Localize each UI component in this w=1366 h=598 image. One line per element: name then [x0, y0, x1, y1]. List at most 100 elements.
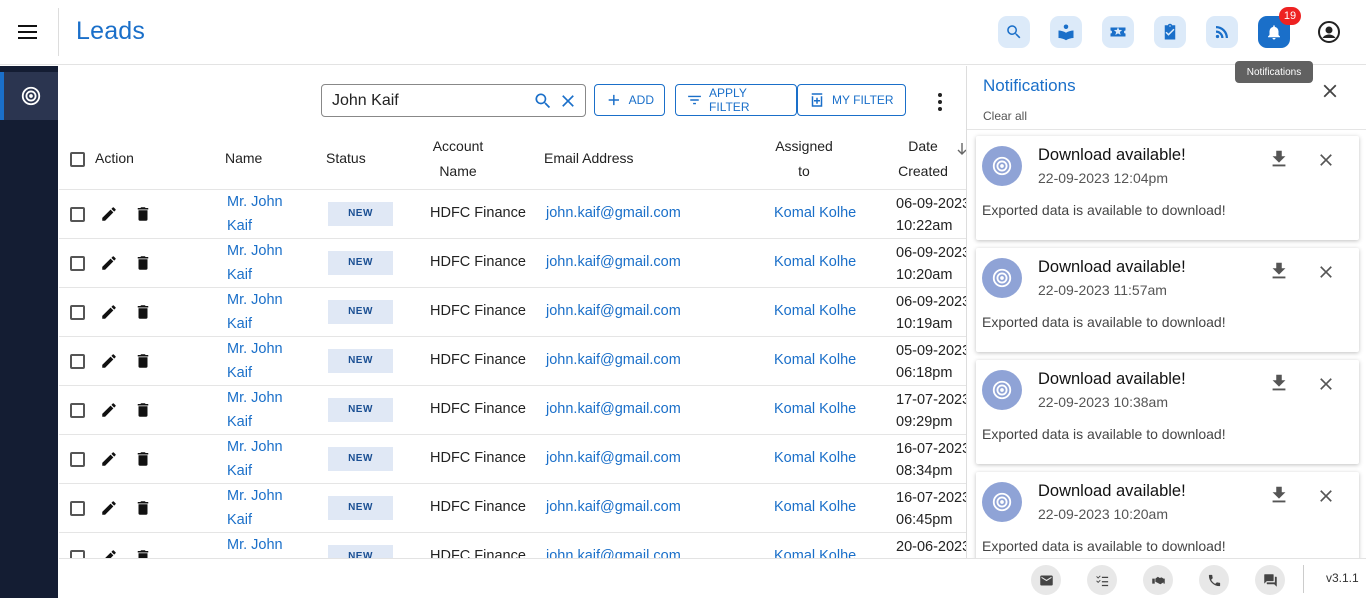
lead-name-line2: Kaif [227, 267, 252, 283]
delete-icon[interactable] [134, 254, 152, 272]
edit-icon[interactable] [100, 548, 118, 558]
select-all-checkbox[interactable] [70, 150, 85, 175]
notification-card[interactable]: Download available! 22-09-2023 11:57am Exp… [976, 248, 1359, 352]
notification-card[interactable]: Download available! 22-09-2023 10:38am Exp… [976, 360, 1359, 464]
apply-filter-label: APPLY FILTER [709, 86, 750, 114]
column-header-date-created[interactable]: Date Created [891, 134, 955, 184]
email-link[interactable]: john.kaif@gmail.com [546, 548, 681, 558]
email-link[interactable]: john.kaif@gmail.com [546, 352, 681, 368]
bell-icon[interactable]: 19 [1258, 7, 1301, 48]
delete-icon[interactable] [134, 499, 152, 517]
notification-avatar [982, 482, 1022, 522]
edit-icon[interactable] [100, 303, 118, 321]
date-created-date: 16-07-2023 [896, 441, 967, 457]
clear-all-link[interactable]: Clear all [983, 109, 1027, 123]
search-field[interactable] [321, 84, 586, 117]
dismiss-notification-icon[interactable] [1316, 150, 1336, 170]
edit-icon[interactable] [100, 450, 118, 468]
email-link[interactable]: john.kaif@gmail.com [546, 401, 681, 417]
apply-filter-button[interactable]: APPLY FILTER [675, 84, 797, 116]
dismiss-notification-icon[interactable] [1316, 486, 1336, 506]
my-filter-button[interactable]: MY FILTER [797, 84, 906, 116]
delete-icon[interactable] [134, 352, 152, 370]
edit-icon[interactable] [100, 205, 118, 223]
lead-name-line2: Kaif [227, 365, 252, 381]
assigned-user-link[interactable]: Komal Kolhe [774, 548, 856, 558]
lead-name-line2: Kaif [227, 463, 252, 479]
more-options-icon[interactable] [930, 90, 950, 114]
column-header-assigned-to[interactable]: Assigned to [772, 134, 836, 184]
lead-name-link[interactable]: Mr. JohnKaif [227, 190, 283, 238]
column-header-name[interactable]: Name [225, 146, 262, 171]
account-circle-icon[interactable] [1313, 16, 1345, 48]
download-icon[interactable] [1268, 148, 1290, 170]
book-reader-icon[interactable] [1050, 16, 1082, 48]
close-panel-icon[interactable] [1319, 80, 1341, 102]
email-link[interactable]: john.kaif@gmail.com [546, 205, 681, 221]
email-link[interactable]: john.kaif@gmail.com [546, 450, 681, 466]
sidebar-item-leads[interactable] [0, 72, 58, 120]
assigned-user-link[interactable]: Komal Kolhe [774, 401, 856, 417]
handshake-icon[interactable] [1143, 565, 1173, 595]
row-checkbox[interactable] [70, 305, 85, 320]
assigned-user-link[interactable]: Komal Kolhe [774, 499, 856, 515]
search-input[interactable] [332, 91, 527, 110]
delete-icon[interactable] [134, 450, 152, 468]
assigned-user-link[interactable]: Komal Kolhe [774, 352, 856, 368]
chat-icon[interactable] [1255, 565, 1285, 595]
delete-icon[interactable] [134, 401, 152, 419]
assigned-user-link[interactable]: Komal Kolhe [774, 254, 856, 270]
lead-name-link[interactable]: Mr. JohnKaif [227, 533, 283, 558]
task-check-icon[interactable] [1154, 16, 1186, 48]
add-button[interactable]: ADD [594, 84, 665, 116]
email-link[interactable]: john.kaif@gmail.com [546, 303, 681, 319]
rss-icon[interactable] [1206, 16, 1238, 48]
lead-name-link[interactable]: Mr. JohnKaif [227, 288, 283, 336]
email-link[interactable]: john.kaif@gmail.com [546, 254, 681, 270]
row-checkbox[interactable] [70, 501, 85, 516]
assigned-user-link[interactable]: Komal Kolhe [774, 303, 856, 319]
notification-card[interactable]: Download available! 22-09-2023 12:04pm Exp… [976, 136, 1359, 240]
row-checkbox[interactable] [70, 354, 85, 369]
checklist-icon[interactable] [1087, 565, 1117, 595]
date-created-date: 05-09-2023 [896, 343, 967, 359]
ticket-icon[interactable] [1102, 16, 1134, 48]
edit-icon[interactable] [100, 254, 118, 272]
mail-icon[interactable] [1031, 565, 1061, 595]
column-header-status[interactable]: Status [326, 146, 366, 171]
table-row: Mr. JohnKaif NEW HDFC Finance john.kaif@gma… [59, 532, 967, 558]
lead-name-link[interactable]: Mr. JohnKaif [227, 435, 283, 483]
edit-icon[interactable] [100, 401, 118, 419]
search-icon[interactable] [533, 91, 553, 111]
row-checkbox[interactable] [70, 207, 85, 222]
row-checkbox[interactable] [70, 256, 85, 271]
edit-icon[interactable] [100, 499, 118, 517]
lead-name-link[interactable]: Mr. JohnKaif [227, 239, 283, 287]
column-header-action[interactable]: Action [95, 146, 134, 171]
assigned-user-link[interactable]: Komal Kolhe [774, 450, 856, 466]
assigned-user-link[interactable]: Komal Kolhe [774, 205, 856, 221]
lead-name-link[interactable]: Mr. JohnKaif [227, 337, 283, 385]
delete-icon[interactable] [134, 205, 152, 223]
notification-time: 22-09-2023 10:38am [1038, 394, 1168, 410]
delete-icon[interactable] [134, 548, 152, 558]
dismiss-notification-icon[interactable] [1316, 374, 1336, 394]
row-checkbox[interactable] [70, 550, 85, 558]
delete-icon[interactable] [134, 303, 152, 321]
lead-name-link[interactable]: Mr. JohnKaif [227, 484, 283, 532]
lead-name-link[interactable]: Mr. JohnKaif [227, 386, 283, 434]
notification-card[interactable]: Download available! 22-09-2023 10:20am Exp… [976, 472, 1359, 558]
column-header-email[interactable]: Email Address [544, 146, 633, 171]
email-link[interactable]: john.kaif@gmail.com [546, 499, 681, 515]
clear-search-icon[interactable] [558, 91, 578, 111]
search-icon[interactable] [998, 16, 1030, 48]
dismiss-notification-icon[interactable] [1316, 262, 1336, 282]
row-checkbox[interactable] [70, 452, 85, 467]
edit-icon[interactable] [100, 352, 118, 370]
download-icon[interactable] [1268, 260, 1290, 282]
download-icon[interactable] [1268, 372, 1290, 394]
download-icon[interactable] [1268, 484, 1290, 506]
column-header-account-name[interactable]: Account Name [428, 134, 488, 184]
row-checkbox[interactable] [70, 403, 85, 418]
phone-icon[interactable] [1199, 565, 1229, 595]
